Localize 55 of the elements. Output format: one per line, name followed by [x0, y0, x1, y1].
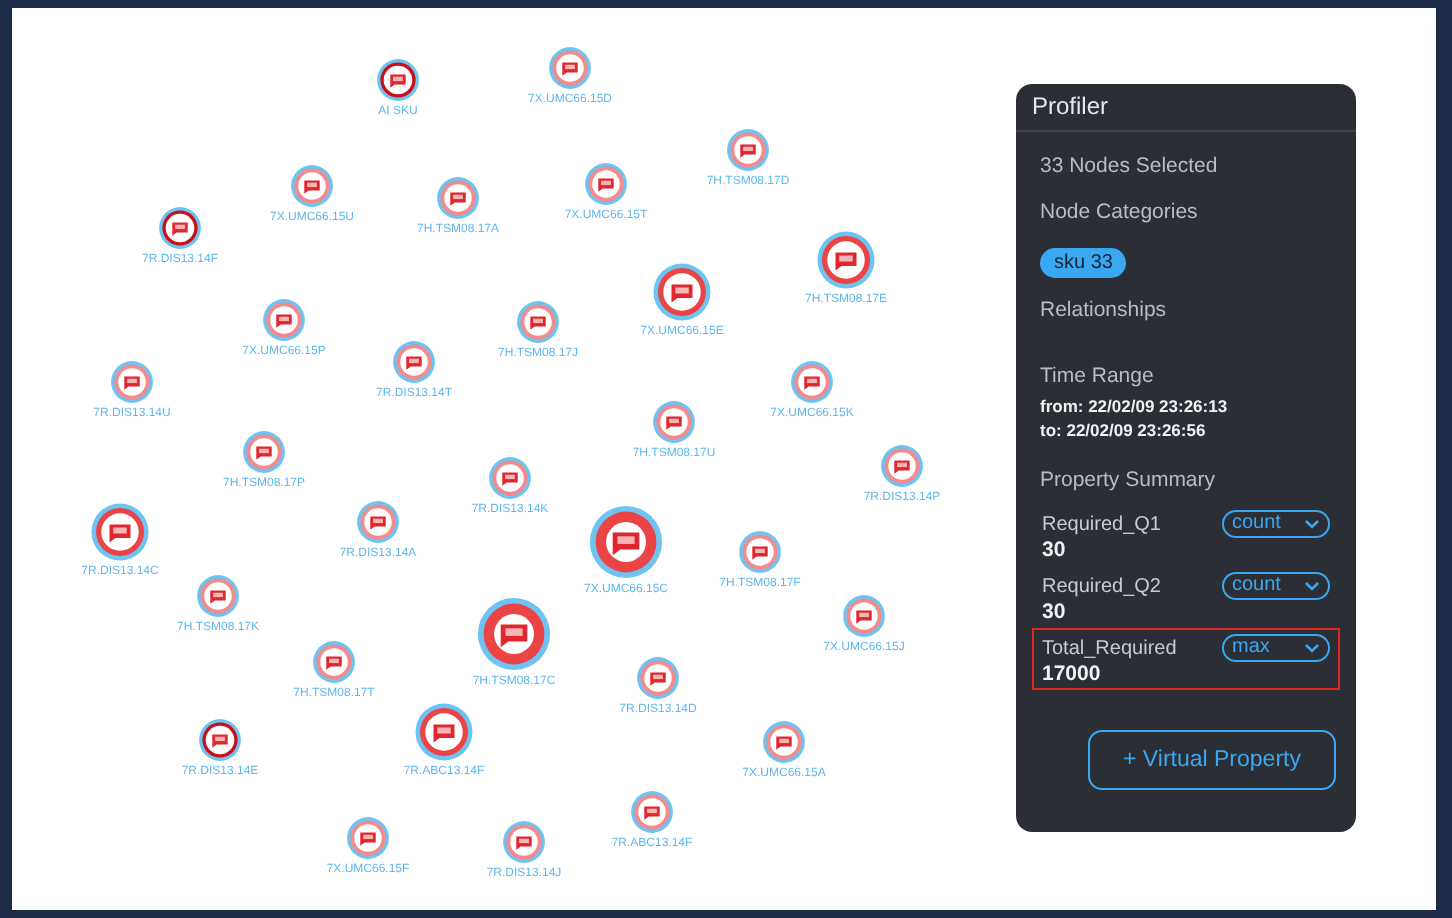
- sku-node-icon[interactable]: [880, 444, 924, 488]
- sku-node-icon[interactable]: [726, 128, 770, 172]
- sku-node-icon[interactable]: [158, 206, 202, 250]
- sku-node-icon[interactable]: [436, 176, 480, 220]
- section-heading: Time Range: [1040, 364, 1156, 388]
- aggregate-dropdown[interactable]: max: [1222, 634, 1330, 662]
- chevron-icon: [1304, 580, 1320, 592]
- property-value: 30: [1042, 538, 1068, 562]
- property-value: 30: [1042, 600, 1068, 624]
- aggregate-dropdown[interactable]: count: [1222, 572, 1330, 600]
- sku-node-icon[interactable]: [392, 340, 436, 384]
- time-to: to: 22/02/09 23:26:56: [1040, 420, 1208, 440]
- sku-node-icon[interactable]: [242, 430, 286, 474]
- section-heading: Node Categories: [1040, 200, 1200, 224]
- selection-count: 33 Nodes Selected: [1040, 154, 1220, 178]
- chevron-icon: [1304, 642, 1320, 654]
- sku-node-icon[interactable]: [488, 456, 532, 500]
- sku-node-icon[interactable]: [738, 530, 782, 574]
- time-from: from: 22/02/09 23:26:13: [1040, 396, 1230, 416]
- property-name: Required_Q2: [1042, 575, 1161, 597]
- section-heading: Property Summary: [1040, 468, 1218, 492]
- chevron-icon: [1304, 518, 1320, 530]
- sku-node-icon[interactable]: [790, 360, 834, 404]
- sku-node-icon[interactable]: [414, 702, 474, 762]
- sku-node-icon[interactable]: [262, 298, 306, 342]
- sku-node-icon[interactable]: [110, 360, 154, 404]
- sku-node-icon[interactable]: [502, 820, 546, 864]
- sku-node-icon[interactable]: [630, 790, 674, 834]
- aggregate-dropdown[interactable]: count: [1222, 510, 1330, 538]
- property-name: Total_Required: [1042, 637, 1177, 659]
- sku-node-icon[interactable]: [346, 816, 390, 860]
- panel-title: Profiler: [1016, 84, 1356, 132]
- sku-node-icon[interactable]: [312, 640, 356, 684]
- sku-node-icon[interactable]: [516, 300, 560, 344]
- section-heading: Relationships: [1040, 298, 1169, 322]
- sku-node-icon[interactable]: [762, 720, 806, 764]
- sku-node-icon[interactable]: [198, 718, 242, 762]
- sku-node-icon[interactable]: [548, 46, 592, 90]
- sku-node-icon[interactable]: [356, 500, 400, 544]
- category-chip[interactable]: sku 33: [1040, 248, 1127, 278]
- sku-node-icon[interactable]: [842, 594, 886, 638]
- add-property-button[interactable]: + Virtual Property: [1088, 730, 1336, 790]
- sku-node-icon[interactable]: [290, 164, 334, 208]
- sku-node-icon[interactable]: [196, 574, 240, 618]
- sku-node-icon[interactable]: [584, 162, 628, 206]
- sku-node-icon[interactable]: [636, 656, 680, 700]
- sku-node-icon[interactable]: [816, 230, 876, 290]
- sku-node-icon[interactable]: [652, 262, 712, 322]
- sku-node-icon[interactable]: [376, 58, 420, 102]
- sku-node-icon[interactable]: [90, 502, 150, 562]
- sku-node-icon[interactable]: [588, 504, 664, 580]
- sku-node-icon[interactable]: [652, 400, 696, 444]
- property-name: Required_Q1: [1042, 513, 1161, 535]
- sku-node-icon[interactable]: [476, 596, 552, 672]
- property-value: 17000: [1042, 662, 1103, 686]
